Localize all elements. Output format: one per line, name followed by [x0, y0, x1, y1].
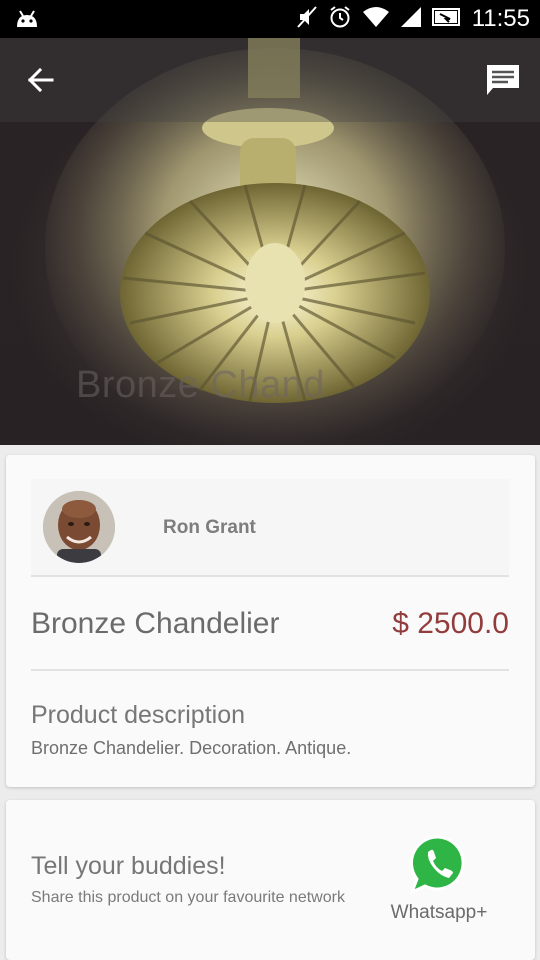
android-icon — [14, 9, 40, 34]
alarm-icon — [328, 5, 352, 34]
share-heading: Tell your buddies! — [31, 852, 226, 880]
product-title: Bronze Chandelier — [31, 607, 280, 640]
product-card: Ron Grant Bronze Chandelier $ 2500.0 Pro… — [6, 455, 535, 787]
back-button[interactable] — [18, 60, 66, 100]
divider — [31, 669, 509, 671]
seller-row[interactable]: Ron Grant — [31, 479, 509, 577]
chat-button[interactable] — [478, 60, 526, 100]
signal-icon — [400, 6, 422, 33]
product-image: Bronze Chand — [0, 38, 540, 445]
avatar[interactable] — [43, 491, 115, 563]
wifi-icon — [362, 6, 390, 33]
chat-icon — [478, 65, 526, 104]
status-bar: 11:55 — [0, 0, 540, 38]
status-clock: 11:55 — [471, 5, 530, 32]
whatsapp-share-button[interactable]: Whatsapp+ — [384, 828, 494, 938]
back-arrow-icon — [18, 67, 66, 104]
product-description: Bronze Chandelier. Decoration. Antique. — [31, 738, 352, 758]
app-bar — [0, 38, 540, 122]
product-price: $ 2500.0 — [392, 607, 509, 640]
mute-icon — [296, 5, 318, 34]
whatsapp-icon — [408, 834, 468, 901]
whatsapp-label: Whatsapp+ — [390, 902, 488, 923]
share-card: Tell your buddies! Share this product on… — [6, 800, 535, 960]
system-icons — [296, 5, 462, 34]
share-subtitle: Share this product on your favourite net… — [31, 889, 345, 906]
battery-icon — [432, 6, 462, 33]
seller-name: Ron Grant — [163, 517, 256, 538]
image-watermark: Bronze Chand — [76, 364, 325, 406]
description-heading: Product description — [31, 701, 246, 729]
